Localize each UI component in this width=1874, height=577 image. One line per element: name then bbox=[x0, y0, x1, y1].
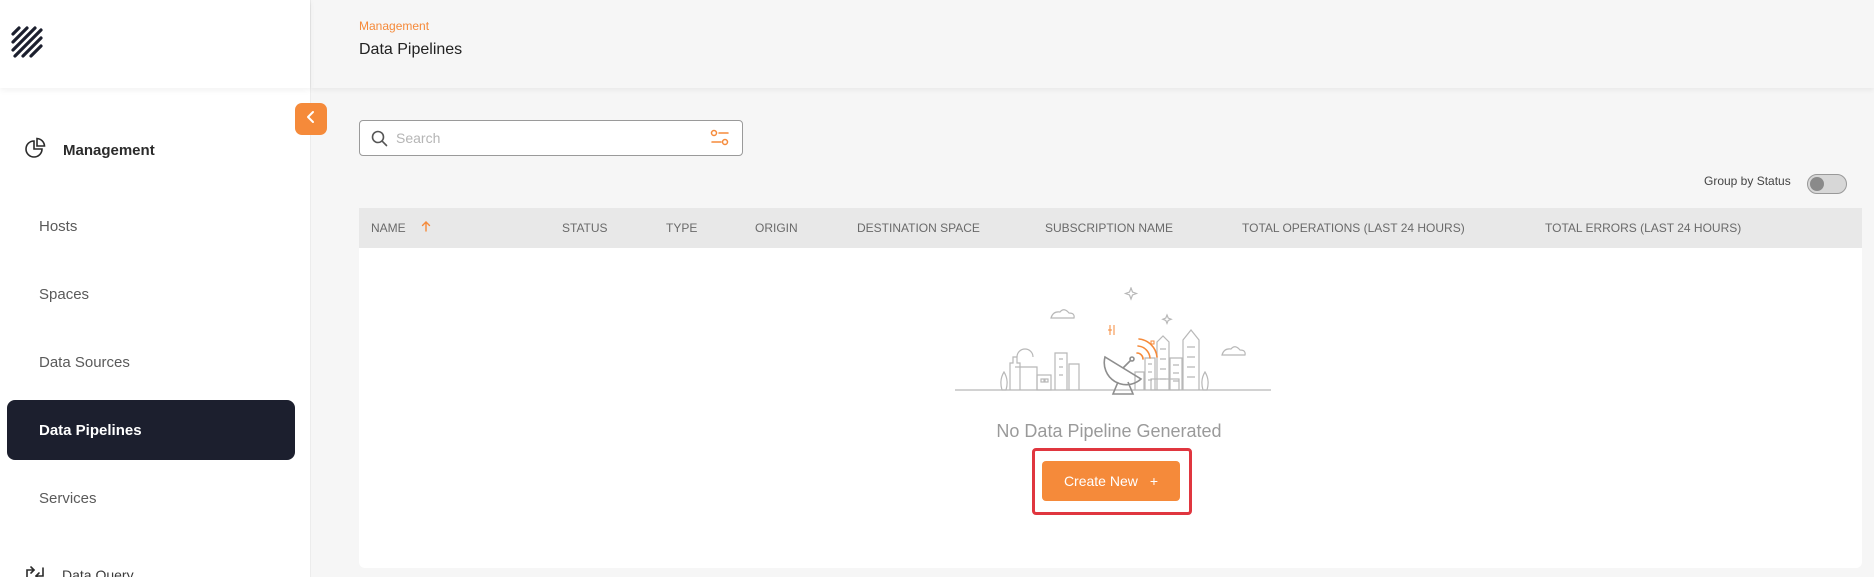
sidebar-section-management[interactable]: Management bbox=[0, 130, 311, 170]
column-header-total-errors[interactable]: TOTAL ERRORS (LAST 24 HOURS) bbox=[1545, 221, 1741, 235]
sidebar-item-services[interactable]: Services bbox=[7, 468, 295, 528]
filter-settings-icon[interactable] bbox=[710, 129, 730, 147]
create-new-button[interactable]: Create New + bbox=[1042, 461, 1180, 501]
sidebar: Management Hosts Spaces Data Sources Dat… bbox=[0, 0, 311, 577]
sidebar-item-spaces[interactable]: Spaces bbox=[7, 264, 295, 324]
group-by-status-toggle[interactable] bbox=[1807, 174, 1847, 194]
group-by-status-label: Group by Status bbox=[1704, 174, 1791, 188]
pie-chart-icon bbox=[24, 137, 46, 164]
column-header-subscription-name[interactable]: SUBSCRIPTION NAME bbox=[1045, 221, 1173, 235]
page-header: Management Data Pipelines bbox=[311, 0, 1874, 88]
sidebar-item-data-sources[interactable]: Data Sources bbox=[7, 332, 295, 392]
plus-icon: + bbox=[1149, 473, 1159, 489]
logo-area bbox=[0, 0, 310, 88]
column-header-type[interactable]: TYPE bbox=[666, 221, 697, 235]
column-header-status[interactable]: STATUS bbox=[562, 221, 608, 235]
search-input[interactable] bbox=[396, 123, 710, 153]
create-new-label: Create New bbox=[1063, 473, 1138, 489]
sidebar-item-label: Services bbox=[39, 489, 97, 507]
sidebar-item-label: Hosts bbox=[39, 217, 78, 235]
sidebar-item-label: Spaces bbox=[39, 285, 90, 303]
sidebar-item-data-query[interactable]: Data Query bbox=[0, 560, 311, 577]
empty-state-message: No Data Pipeline Generated bbox=[996, 421, 1222, 441]
column-header-total-operations[interactable]: TOTAL OPERATIONS (LAST 24 HOURS) bbox=[1242, 221, 1465, 235]
sidebar-collapse-button[interactable] bbox=[295, 103, 327, 135]
sidebar-section-label: Management bbox=[63, 141, 155, 159]
table-header: NAME STATUS TYPE ORIGIN DESTINATION SPAC… bbox=[359, 208, 1862, 248]
toggle-knob bbox=[1810, 177, 1824, 191]
sidebar-item-data-pipelines[interactable]: Data Pipelines bbox=[7, 400, 295, 460]
sidebar-item-hosts[interactable]: Hosts bbox=[7, 196, 295, 256]
column-header-origin[interactable]: ORIGIN bbox=[755, 221, 798, 235]
hatched-logo-icon[interactable] bbox=[10, 25, 44, 64]
column-header-destination-space[interactable]: DESTINATION SPACE bbox=[857, 221, 980, 235]
sidebar-item-label: Data Pipelines bbox=[39, 421, 142, 439]
search-box bbox=[359, 120, 743, 156]
sidebar-item-label: Data Sources bbox=[39, 353, 130, 371]
satellite-city-illustration-icon bbox=[955, 286, 1271, 406]
sidebar-item-label: Data Query bbox=[62, 567, 134, 577]
query-arrows-icon bbox=[24, 564, 46, 577]
sort-ascending-icon[interactable] bbox=[421, 221, 431, 235]
page-title: Data Pipelines bbox=[359, 41, 463, 58]
search-icon bbox=[371, 130, 388, 147]
column-header-name[interactable]: NAME bbox=[371, 221, 431, 235]
breadcrumb[interactable]: Management bbox=[359, 19, 429, 33]
chevron-left-icon bbox=[304, 110, 318, 129]
